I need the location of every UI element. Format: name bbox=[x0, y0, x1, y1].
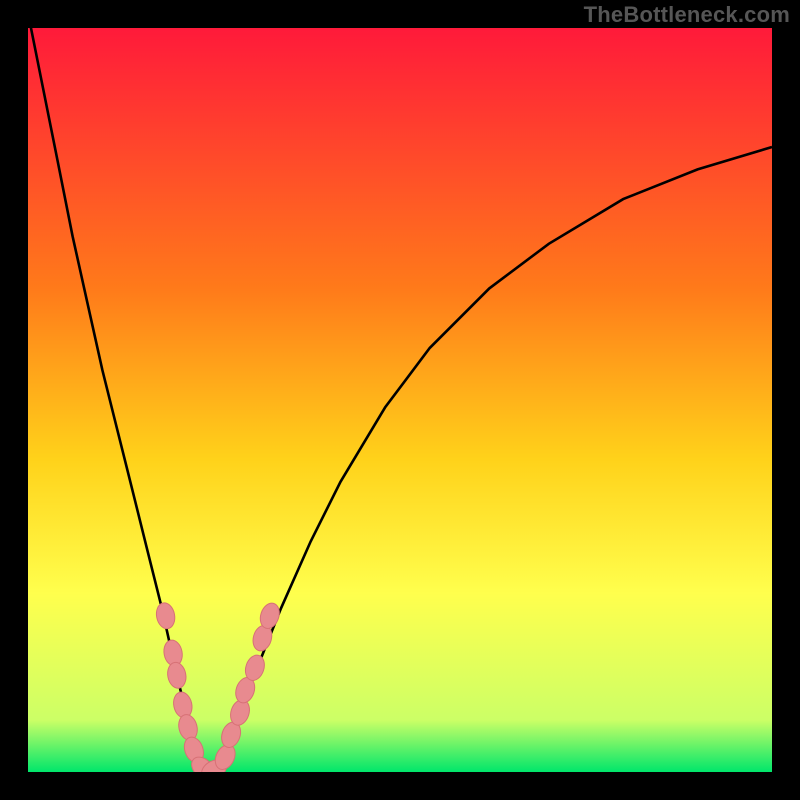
watermark-text: TheBottleneck.com bbox=[584, 2, 790, 28]
chart-svg bbox=[28, 28, 772, 772]
plot-area bbox=[28, 28, 772, 772]
gradient-background bbox=[28, 28, 772, 772]
frame: TheBottleneck.com bbox=[0, 0, 800, 800]
